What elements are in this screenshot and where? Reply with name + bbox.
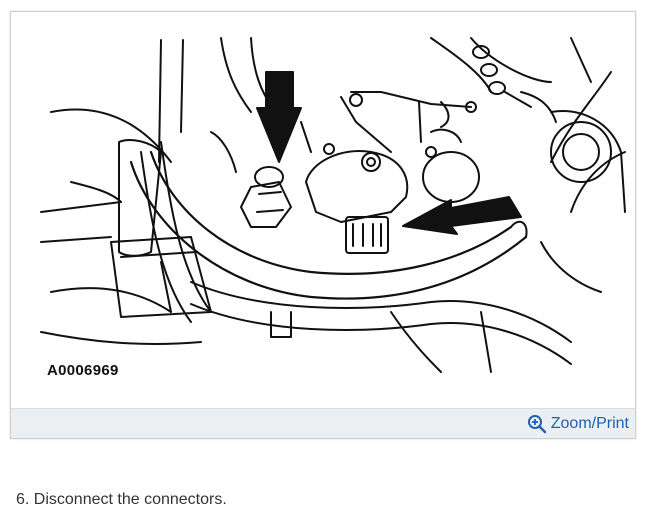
zoom-print-label: Zoom/Print xyxy=(550,415,629,432)
instruction-step: 6. Disconnect the connectors. xyxy=(16,491,227,508)
line-drawing xyxy=(40,37,626,373)
figure-card: A0006969 Zoom/Print xyxy=(10,11,636,439)
figure-toolbar: Zoom/Print xyxy=(11,408,635,438)
engine-connector-diagram: A0006969 xyxy=(11,12,635,408)
zoom-print-link[interactable]: Zoom/Print xyxy=(527,413,629,435)
figure-id-label: A0006969 xyxy=(47,362,119,379)
page: A0006969 Zoom/Print 6. Disconnect the co… xyxy=(0,0,659,527)
zoom-in-icon xyxy=(527,414,547,434)
